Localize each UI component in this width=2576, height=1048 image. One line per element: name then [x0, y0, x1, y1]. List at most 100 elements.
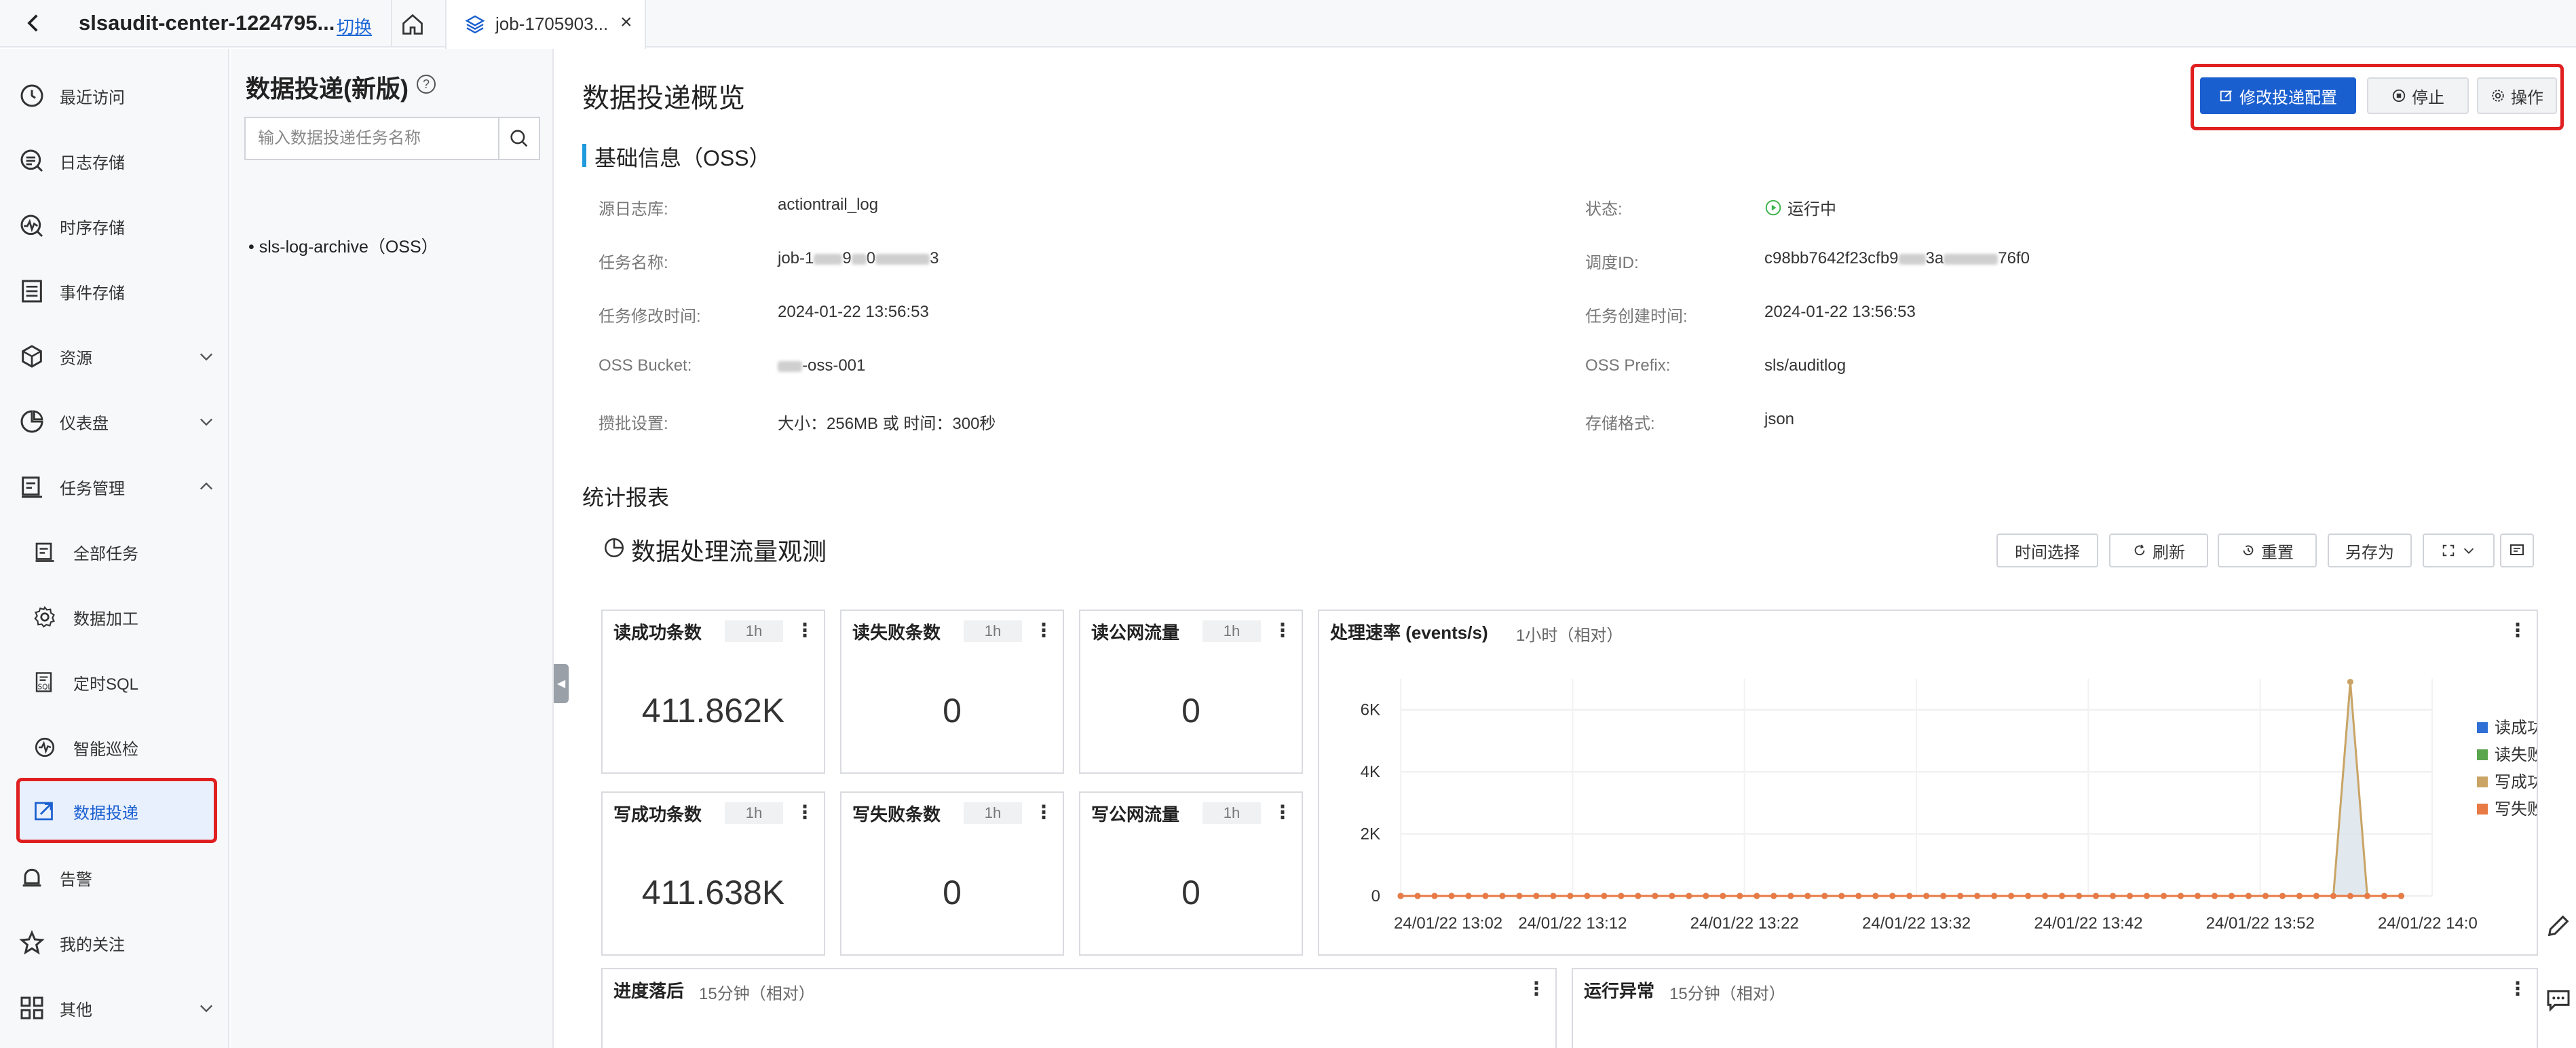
- search-icon[interactable]: [498, 118, 539, 159]
- more-vertical-icon[interactable]: ⋮: [2508, 619, 2527, 641]
- create-time-label: 任务创建时间:: [1585, 307, 1688, 326]
- help-icon[interactable]: ?: [417, 75, 436, 94]
- more-vertical-icon[interactable]: ⋮: [1034, 801, 1053, 823]
- chevron-up-icon[interactable]: [197, 477, 216, 496]
- data-point: [2059, 893, 2066, 899]
- tab-divider: [391, 0, 392, 48]
- nav-item-recent[interactable]: 最近访问: [0, 65, 229, 126]
- chevron-down-icon[interactable]: [197, 347, 216, 366]
- nav-item-all-tasks[interactable]: 全部任务: [0, 521, 229, 582]
- data-point: [1431, 893, 1438, 899]
- legend-label: 读失败: [2495, 746, 2537, 764]
- edit-pen-icon[interactable]: [2545, 912, 2576, 943]
- data-point: [2093, 893, 2100, 899]
- nav-label: 资源: [60, 349, 92, 368]
- save-as-button[interactable]: 另存为: [2328, 534, 2412, 567]
- legend-label: 写成功: [2495, 773, 2537, 791]
- chart-time-range: 1小时（相对）: [1516, 626, 1623, 645]
- metric-value: 411.638K: [641, 874, 785, 912]
- home-icon[interactable]: [400, 12, 425, 37]
- nav-label: 仪表盘: [60, 414, 109, 433]
- more-vertical-icon[interactable]: ⋮: [795, 619, 814, 641]
- operations-button[interactable]: 操作: [2477, 77, 2557, 114]
- more-vertical-icon[interactable]: ⋮: [795, 801, 814, 823]
- data-point: [2347, 893, 2353, 899]
- data-point: [1414, 893, 1421, 899]
- redaction: [851, 253, 867, 265]
- running-icon: [1765, 200, 1781, 215]
- data-point: [1448, 893, 1455, 899]
- nav-item-scheduled-sql[interactable]: SQL 定时SQL: [0, 652, 229, 713]
- comment-button[interactable]: [2500, 534, 2534, 567]
- grid-icon: [16, 992, 48, 1024]
- runtime-error-card: 运行异常 15分钟（相对） ⋮: [1572, 968, 2538, 1048]
- tab-job[interactable]: job-1705903... ×: [445, 0, 646, 49]
- data-point: [1567, 893, 1574, 899]
- refresh-button[interactable]: 刷新: [2109, 534, 2208, 567]
- data-point: [1516, 893, 1523, 899]
- more-vertical-icon[interactable]: ⋮: [1034, 619, 1053, 641]
- metric-title: 读公网流量: [1091, 622, 1180, 643]
- x-tick-label: 24/01/22 13:22: [1690, 914, 1799, 933]
- y-tick-label: 6K: [1361, 701, 1380, 719]
- modify-config-button[interactable]: 修改投递配置: [2200, 77, 2356, 114]
- more-vertical-icon[interactable]: ⋮: [2508, 977, 2527, 1000]
- time-badge: 1h: [725, 802, 783, 824]
- data-point: [1686, 893, 1692, 899]
- schedule-id-value: c98bb7642f23cfb9 3a 76f0: [1764, 249, 2030, 268]
- data-point: [1754, 893, 1760, 899]
- data-point: [1703, 893, 1709, 899]
- more-vertical-icon[interactable]: ⋮: [1273, 801, 1292, 823]
- job-search-input[interactable]: [246, 118, 498, 159]
- schedule-id-mid: 3a: [1925, 249, 1944, 267]
- legend-swatch: [2477, 776, 2488, 787]
- reset-button[interactable]: 重置: [2218, 534, 2317, 567]
- main-content: 数据投递概览 修改投递配置 停止 操作 基础信息（OSS） 源日志库: acti…: [569, 49, 2576, 1048]
- nav-item-eventstore[interactable]: 事件存储: [0, 261, 229, 322]
- data-point: [1940, 893, 1947, 899]
- nav-item-metricstore[interactable]: 时序存储: [0, 195, 229, 257]
- source-logstore-label: 源日志库:: [599, 200, 668, 219]
- nav-item-smart-inspect[interactable]: 智能巡检: [0, 717, 229, 778]
- processing-rate-chart-card: 处理速率 (events/s) 1小时（相对） ⋮ 0 2K 4K 6K 24/01/2…: [1318, 610, 2538, 956]
- close-icon[interactable]: ×: [620, 11, 632, 34]
- fullscreen-dropdown[interactable]: [2423, 534, 2495, 567]
- clock-icon: [16, 80, 48, 111]
- nav-item-other[interactable]: 其他: [0, 977, 229, 1038]
- nav-item-dashboard[interactable]: 仪表盘: [0, 391, 229, 452]
- chevron-down-icon[interactable]: [197, 998, 216, 1017]
- redaction: [1898, 253, 1926, 265]
- job-name-suffix: 3: [930, 249, 939, 267]
- nav-item-resources[interactable]: 资源: [0, 326, 229, 387]
- metric-title: 读成功条数: [613, 622, 702, 643]
- time-select-button[interactable]: 时间选择: [1996, 534, 2098, 567]
- batch-setting-label: 攒批设置:: [599, 415, 668, 433]
- more-vertical-icon[interactable]: ⋮: [1527, 977, 1546, 1000]
- refresh-icon: [2134, 544, 2145, 556]
- dashboard-icon: [16, 406, 48, 437]
- schedule-id-label: 调度ID:: [1585, 254, 1639, 272]
- nav-item-alerts[interactable]: 告警: [0, 847, 229, 908]
- back-arrow-icon[interactable]: [20, 10, 48, 37]
- stop-button[interactable]: 停止: [2367, 77, 2469, 114]
- metric-value: 0: [943, 692, 962, 730]
- nav-item-favorites[interactable]: 我的关注: [0, 912, 229, 973]
- nav-item-logstore[interactable]: 日志存储: [0, 130, 229, 191]
- data-point: [2144, 893, 2151, 899]
- job-list-item[interactable]: • sls-log-archive（OSS）: [248, 233, 438, 258]
- chat-icon[interactable]: [2545, 986, 2576, 1017]
- collapse-panel-handle[interactable]: ◀: [554, 664, 569, 703]
- nav-item-task-management[interactable]: 任务管理: [0, 456, 229, 517]
- panel-title: 数据投递(新版): [246, 75, 409, 102]
- time-badge: 1h: [1202, 620, 1261, 642]
- switch-project-link[interactable]: 切换: [337, 14, 372, 39]
- oss-prefix-value: sls/auditlog: [1764, 356, 1846, 375]
- nav-item-data-transform[interactable]: 数据加工: [0, 586, 229, 648]
- highlight-box-nav: [16, 778, 217, 843]
- more-vertical-icon[interactable]: ⋮: [1273, 619, 1292, 641]
- status-value: 运行中: [1764, 195, 1836, 219]
- cube-icon: [16, 341, 48, 372]
- job-search: [244, 117, 540, 160]
- chevron-down-icon[interactable]: [197, 412, 216, 431]
- data-point: [1533, 893, 1540, 899]
